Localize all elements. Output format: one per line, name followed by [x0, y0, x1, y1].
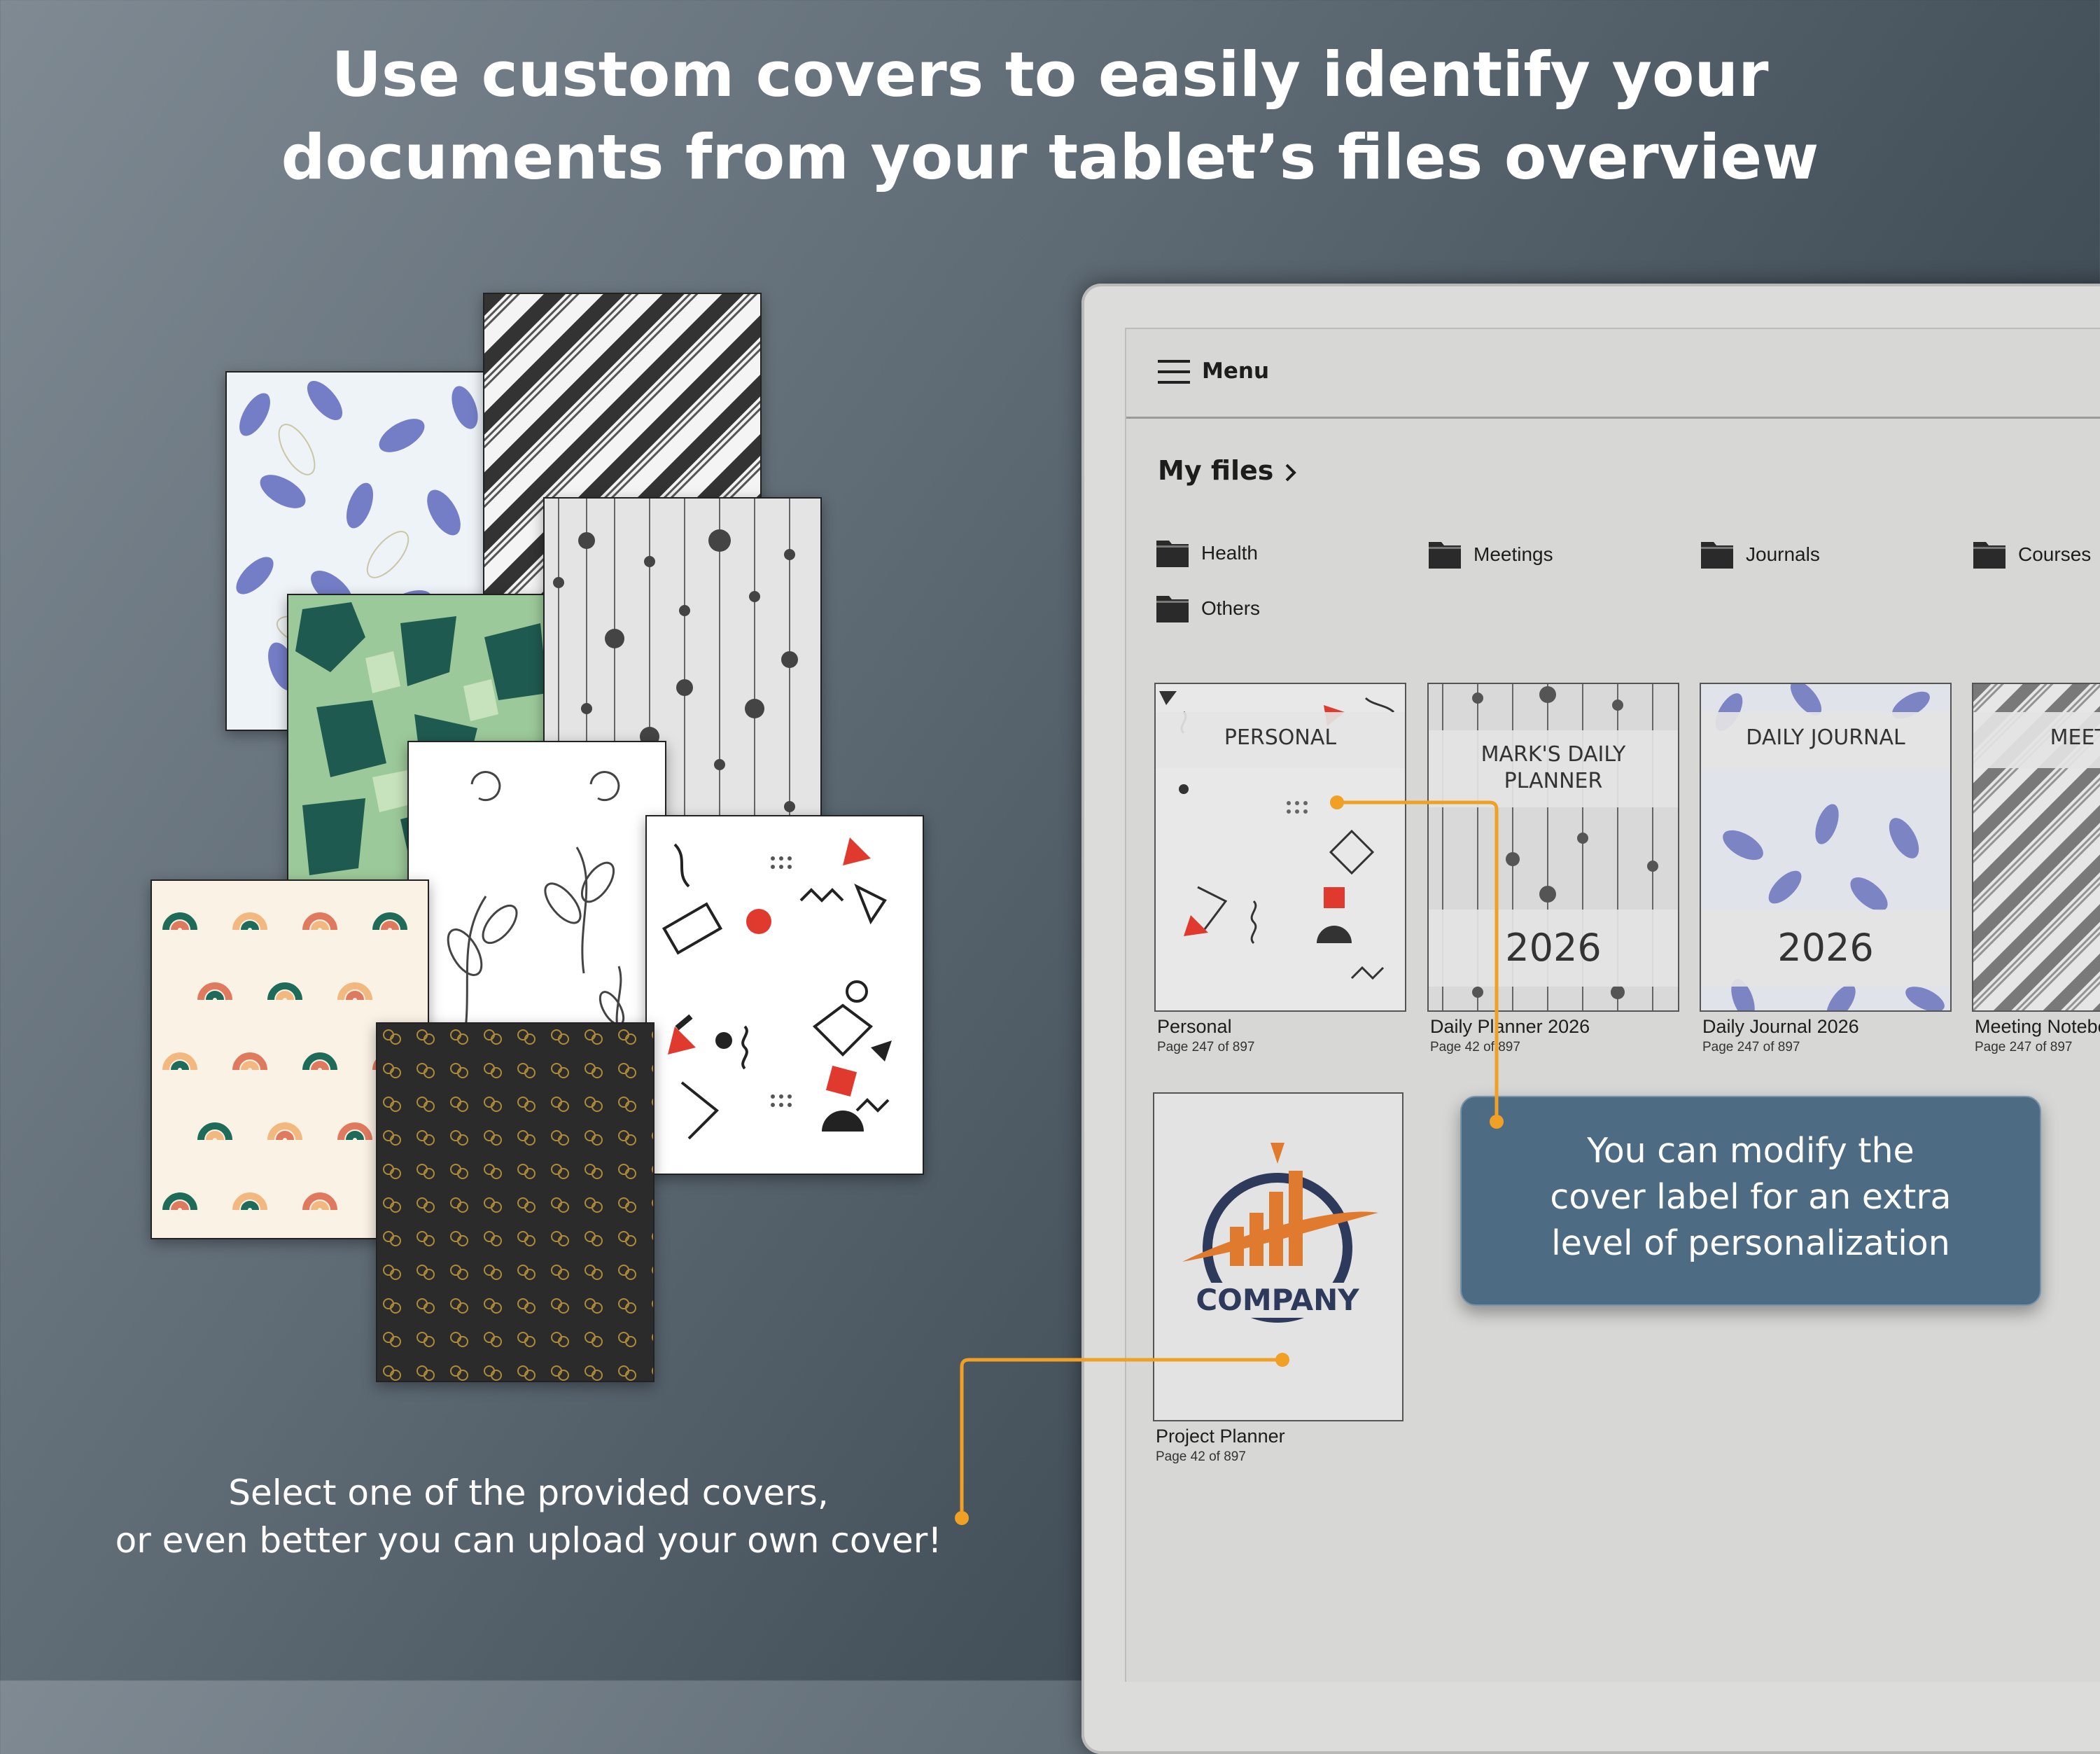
cover-label-band: DAILY JOURNAL [1701, 712, 1950, 768]
cover-year-text[interactable]: 2026 [1505, 926, 1601, 970]
cover-year-band: 2026 [1701, 910, 1950, 987]
folder-label: Health [1201, 542, 1258, 564]
document-thumbnail[interactable]: MEETING [1972, 683, 2100, 1012]
document-page-info: Page 247 of 897 [1702, 1040, 1800, 1055]
bottom-caption: Select one of the provided covers, or ev… [70, 1469, 987, 1564]
cover-year-band: 2026 [1429, 910, 1678, 987]
headline-line-1: Use custom covers to easily identify you… [331, 39, 1769, 111]
folder-others[interactable]: Others [1156, 593, 1366, 628]
document-page-info: Page 42 of 897 [1156, 1449, 1246, 1464]
cover-label-band: MARK'S DAILY PLANNER [1429, 730, 1678, 807]
callout-line-3: level of personalization [1551, 1223, 1950, 1263]
hamburger-menu-icon[interactable] [1158, 360, 1190, 384]
document-thumbnail[interactable]: COMPANY [1153, 1092, 1404, 1421]
document-thumbnail[interactable]: DAILY JOURNAL 2026 [1700, 683, 1952, 1012]
caption-line-2: or even better you can upload your own c… [115, 1520, 942, 1561]
folder-icon [1429, 542, 1461, 569]
caption-line-1: Select one of the provided covers, [228, 1473, 829, 1513]
document-title: Project Planner [1156, 1426, 1285, 1447]
tablet-screen: Menu My files Health Meetings Journals C… [1125, 328, 2100, 1682]
callout-line-1: You can modify the [1587, 1131, 1914, 1171]
folder-courses[interactable]: Courses [1973, 539, 2100, 574]
folder-label: Others [1201, 597, 1261, 619]
callout-box: You can modify the cover label for an ex… [1460, 1096, 2041, 1306]
folder-icon [1973, 542, 2005, 569]
document-daily-planner[interactable]: MARK'S DAILY PLANNER 2026 Daily Planner … [1427, 683, 1679, 1061]
breadcrumb-my-files[interactable]: My files [1158, 455, 1273, 486]
cover-label-line-1[interactable]: MARK'S DAILY [1429, 742, 1678, 768]
company-logo: COMPANY [1182, 1143, 1378, 1323]
document-page-info: Page 42 of 897 [1430, 1040, 1520, 1055]
document-thumbnail[interactable]: MARK'S DAILY PLANNER 2026 [1427, 683, 1679, 1012]
document-daily-journal[interactable]: DAILY JOURNAL 2026 Daily Journal 2026 Pa… [1700, 683, 1952, 1061]
cover-label-line-2[interactable]: PLANNER [1429, 768, 1678, 795]
headline: Use custom covers to easily identify you… [0, 34, 2100, 199]
cover-label-text[interactable]: MEETING [2050, 725, 2100, 750]
menu-button-label[interactable]: Menu [1202, 359, 1269, 384]
menu-bar: Menu [1126, 329, 2100, 419]
document-page-info: Page 247 of 897 [1975, 1040, 2073, 1055]
folder-icon [1156, 541, 1189, 567]
document-thumbnail[interactable]: PERSONAL [1154, 683, 1406, 1012]
document-title: Daily Journal 2026 [1702, 1016, 1859, 1037]
document-title: Meeting Notebook [1975, 1016, 2100, 1037]
document-title: Personal [1157, 1016, 1232, 1037]
folder-label: Journals [1746, 543, 1820, 565]
logo-text: COMPANY [1196, 1283, 1359, 1317]
cover-year-text[interactable]: 2026 [1777, 926, 1873, 970]
cover-label-band: MEETING [1973, 712, 2100, 768]
document-title: Daily Planner 2026 [1430, 1016, 1590, 1037]
folder-health[interactable]: Health [1156, 538, 1366, 573]
document-page-info: Page 247 of 897 [1157, 1040, 1255, 1055]
folder-label: Meetings [1474, 543, 1553, 565]
folder-journals[interactable]: Journals [1701, 539, 1911, 574]
document-meeting-notebook[interactable]: MEETING Meeting Notebook Page 247 of 897 [1972, 683, 2100, 1061]
folder-icon [1156, 596, 1189, 622]
cover-label-band: PERSONAL [1156, 712, 1405, 768]
cover-label-text[interactable]: PERSONAL [1224, 725, 1336, 750]
document-personal[interactable]: PERSONAL Personal Page 247 of 897 [1154, 683, 1406, 1061]
headline-line-2: documents from your tablet’s files overv… [281, 121, 1819, 193]
folder-icon [1701, 542, 1733, 569]
cover-label-text[interactable]: DAILY JOURNAL [1746, 725, 1905, 750]
chevron-right-icon[interactable] [1280, 462, 1301, 483]
callout-line-2: cover label for an extra [1550, 1177, 1952, 1217]
folder-meetings[interactable]: Meetings [1429, 539, 1639, 574]
cover-dark-gold-chains[interactable] [376, 1022, 654, 1382]
folder-label: Courses [2018, 543, 2092, 565]
cover-memphis-shapes[interactable] [645, 815, 924, 1175]
document-project-planner[interactable]: COMPANY Project Planner Page 42 of 897 [1153, 1092, 1405, 1470]
